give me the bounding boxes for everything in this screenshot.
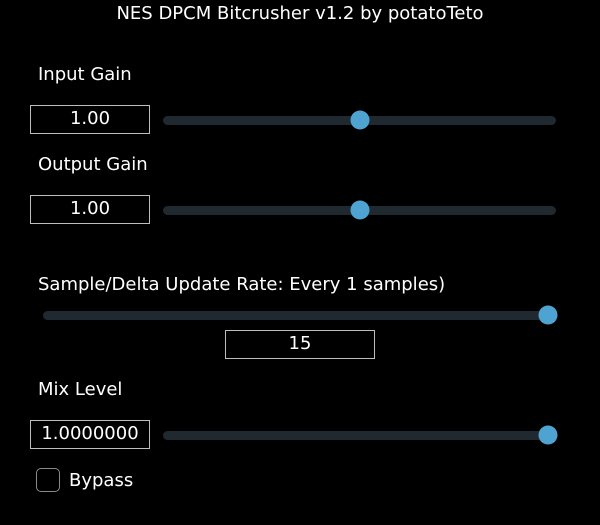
output-gain-value-box[interactable]: 1.00 [30,195,150,224]
update-rate-slider-thumb[interactable] [538,305,558,325]
mix-level-slider-thumb[interactable] [538,425,558,445]
update-rate-label: Sample/Delta Update Rate: Every 1 sample… [38,274,446,295]
update-rate-value-box[interactable]: 15 [225,330,375,359]
update-rate-slider-track[interactable] [43,311,556,320]
input-gain-slider-thumb[interactable] [350,110,369,130]
output-gain-slider-thumb[interactable] [350,200,369,220]
mix-level-slider-track[interactable] [163,431,556,440]
input-gain-value-box[interactable]: 1.00 [30,105,150,134]
mix-level-label: Mix Level [38,379,123,400]
mix-level-value-box[interactable]: 1.0000000 [30,420,150,449]
input-gain-label: Input Gain [38,64,132,85]
bypass-checkbox[interactable] [36,468,60,492]
output-gain-label: Output Gain [38,154,148,175]
bypass-label[interactable]: Bypass [69,470,133,492]
plugin-title: NES DPCM Bitcrusher v1.2 by potatoTeto [116,3,484,24]
